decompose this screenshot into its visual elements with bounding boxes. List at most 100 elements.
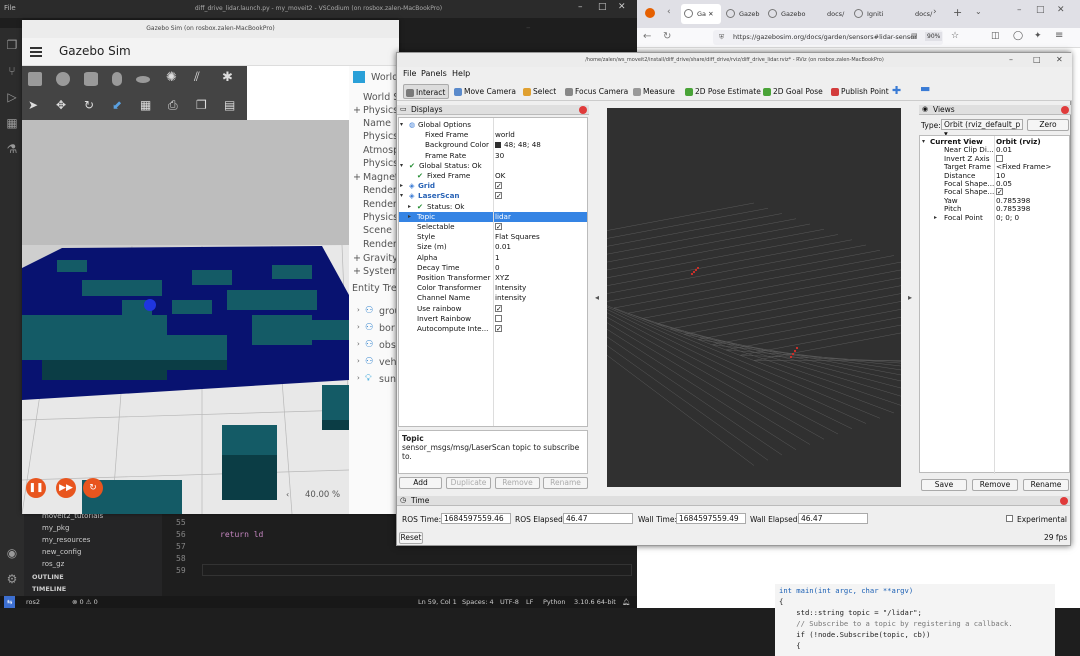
back-icon[interactable]: ← [643, 31, 651, 42]
minimize-icon[interactable]: – [526, 23, 531, 33]
property-checkbox[interactable]: ✓ [495, 304, 502, 312]
shield-icon[interactable]: ⛨ [719, 33, 724, 42]
capsule-icon[interactable] [112, 72, 122, 86]
url-bar[interactable]: ⛨ https://gazebosim.org/docs/garden/sens… [713, 30, 943, 45]
browser-tab[interactable]: docs/ [811, 4, 851, 24]
add-tool-plus-icon[interactable]: ✚ [892, 84, 901, 97]
property-checkbox[interactable] [495, 314, 502, 322]
ros-time-field[interactable]: 1684597559.46 [441, 513, 511, 524]
ellipsoid-icon[interactable] [136, 76, 150, 83]
remove-tool-minus-icon[interactable]: ▬ [920, 82, 930, 95]
timeline-section[interactable]: TIMELINE [32, 585, 66, 593]
point-light-icon[interactable]: ✺ [166, 70, 177, 85]
views-tree[interactable]: ▾ Current View Orbit (rviz) Near Clip Di...… [919, 135, 1071, 474]
grid-snap-icon[interactable]: ▦ [140, 98, 151, 112]
property-value[interactable]: Intensity [495, 283, 526, 293]
notification-bell-icon[interactable]: 🔔︎ [622, 598, 630, 606]
expand-icon[interactable]: + [353, 105, 361, 116]
view-type-select[interactable]: Orbit (rviz_default_p ▾ [941, 119, 1023, 138]
cylinder-icon[interactable] [84, 72, 98, 86]
expand-arrow-icon[interactable]: ▸ [400, 181, 403, 191]
tool-select[interactable]: Select [521, 84, 559, 99]
close-icon[interactable]: ✕ [618, 2, 626, 12]
git-branch[interactable]: ros2 [26, 598, 40, 606]
color-swatch[interactable] [495, 142, 501, 149]
tree-item[interactable]: ros_gz [42, 560, 64, 568]
browser-tab[interactable]: Gazebo [765, 4, 811, 24]
expand-arrow-icon[interactable]: › [357, 374, 360, 382]
close-icon[interactable]: ✕ [1057, 5, 1065, 15]
rviz-3d-view[interactable] [607, 108, 901, 487]
tool-focus-camera[interactable]: Focus Camera [563, 84, 631, 99]
reset-button[interactable]: ↻ [83, 478, 103, 498]
copy-icon[interactable]: ❐ [196, 98, 207, 112]
pocket-icon[interactable]: ◫ [991, 31, 1000, 41]
property-value[interactable]: world [495, 130, 515, 140]
reload-icon[interactable]: ↻ [663, 31, 671, 42]
expand-icon[interactable]: + [353, 172, 361, 183]
close-panel-icon[interactable] [579, 106, 587, 114]
menu-file[interactable]: File [403, 69, 416, 78]
expand-icon[interactable]: + [353, 266, 361, 277]
displays-tree[interactable]: ▾ ◍ Global Options Fixed Frame world Backgrou… [398, 117, 588, 427]
account-icon[interactable]: ◯ [1013, 31, 1023, 41]
tab-scroll-right-icon[interactable]: › [933, 7, 937, 17]
browser-tab[interactable]: Gazeb [723, 4, 765, 24]
eol[interactable]: LF [526, 598, 533, 606]
close-panel-icon[interactable] [1060, 497, 1068, 505]
collapse-right-icon[interactable]: ▸ [908, 293, 912, 302]
tree-item[interactable]: my_pkg [42, 524, 69, 532]
property-value[interactable]: XYZ [495, 273, 509, 283]
account-icon[interactable]: ◉ [5, 546, 19, 560]
browser-tab[interactable]: Igniti [851, 4, 899, 24]
step-button[interactable]: ▶▶ [56, 478, 76, 498]
settings-gear-icon[interactable]: ⚙ [5, 572, 19, 586]
explorer-icon[interactable]: ❐ [5, 38, 19, 52]
property-checkbox[interactable]: ✓ [495, 325, 502, 333]
entity-item[interactable]: veh [379, 357, 397, 368]
hamburger-menu-icon[interactable]: ≡ [1055, 30, 1063, 41]
spot-light-icon[interactable]: ✱ [222, 70, 233, 85]
property-value[interactable]: 1 [495, 253, 500, 263]
entity-item[interactable]: bor [379, 323, 395, 334]
expand-arrow-icon[interactable]: › [357, 340, 360, 348]
expand-arrow-icon[interactable]: ▾ [400, 120, 403, 130]
view-checkbox[interactable]: ✓ [996, 188, 1003, 196]
tool-measure[interactable]: Measure [631, 84, 678, 99]
encoding[interactable]: UTF-8 [500, 598, 519, 606]
expand-arrow-icon[interactable]: › [357, 306, 360, 314]
expand-arrow-icon[interactable]: ▸ [934, 213, 937, 222]
tool-move-camera[interactable]: Move Camera [452, 84, 519, 99]
expand-icon[interactable]: + [353, 253, 361, 264]
python-version[interactable]: 3.10.6 64-bit [574, 598, 616, 606]
entity-item[interactable]: obs [379, 340, 396, 351]
new-tab-icon[interactable]: + [953, 6, 962, 19]
minimize-icon[interactable]: – [1009, 55, 1013, 64]
rename-view-button[interactable]: Rename [1023, 479, 1069, 491]
transform-control-icon[interactable]: ⬋ [112, 98, 122, 112]
maximize-icon[interactable]: □ [1036, 5, 1045, 15]
box-icon[interactable] [28, 72, 42, 86]
property-checkbox[interactable]: ✓ [495, 223, 502, 231]
minimize-icon[interactable]: – [1017, 5, 1022, 15]
reset-time-button[interactable]: Reset [399, 532, 423, 544]
view-property-row[interactable]: ▸ Focal Point 0; 0; 0 [920, 213, 1071, 222]
tree-item[interactable]: new_config [42, 548, 81, 556]
property-checkbox[interactable]: ✓ [495, 192, 502, 200]
indent-setting[interactable]: Spaces: 4 [462, 598, 494, 606]
save-view-button[interactable]: Save [921, 479, 967, 491]
problems-count[interactable]: ⊗ 0 ⚠ 0 [72, 598, 98, 606]
experimental-checkbox[interactable] [1006, 515, 1013, 522]
expand-arrow-icon[interactable]: › [357, 357, 360, 365]
rename-display-button[interactable]: Rename [543, 477, 588, 489]
extensions-icon[interactable]: ▦ [5, 116, 19, 130]
remote-indicator[interactable]: ⇆ [4, 596, 16, 608]
collapse-arrow-icon[interactable]: ‹ [286, 490, 289, 499]
menu-panels[interactable]: Panels [421, 69, 447, 78]
expand-arrow-icon[interactable]: › [357, 323, 360, 331]
zoom-level[interactable]: 90% [925, 32, 943, 41]
gazebo-3d-scene[interactable]: ❚❚ ▶▶ ↻ ‹ 40.00 % [22, 120, 349, 514]
property-checkbox[interactable]: ✓ [495, 182, 502, 190]
bookmark-star-icon[interactable]: ☆ [951, 31, 959, 41]
tab-scroll-left-icon[interactable]: ‹ [667, 7, 671, 17]
